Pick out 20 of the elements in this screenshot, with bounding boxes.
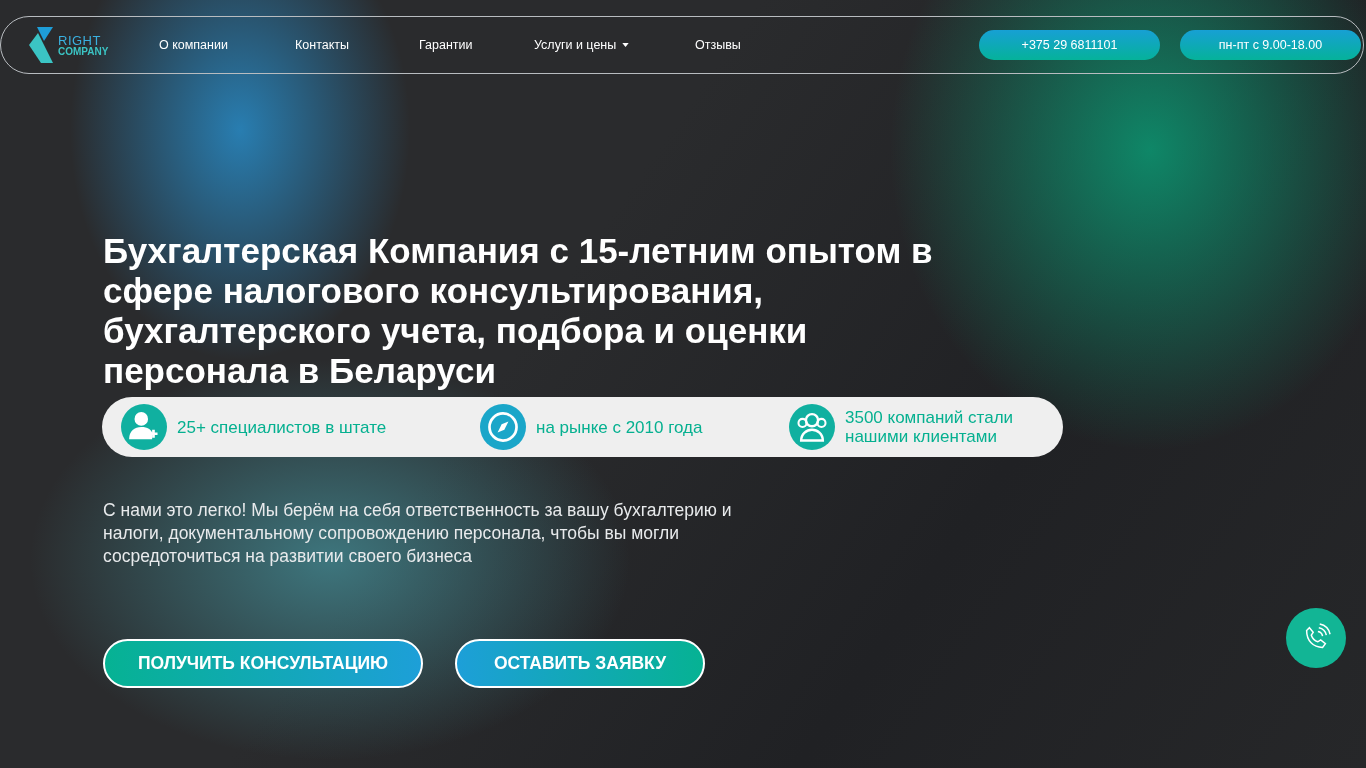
- compass-icon: [480, 404, 526, 450]
- logo[interactable]: RIGHT COMPANY: [29, 27, 125, 63]
- nav-dropdown-label: Услуги и цены: [534, 38, 617, 52]
- stat-text: 3500 компаний стали нашими клиентами: [845, 408, 1015, 446]
- logo-text: RIGHT: [58, 33, 101, 47]
- logo-text: COMPANY: [58, 46, 109, 57]
- nav-link[interactable]: Гарантии: [419, 38, 534, 52]
- stat-text: 25+ специалистов в штате: [177, 417, 388, 437]
- caret-icon: [622, 43, 630, 47]
- call-button[interactable]: [1286, 608, 1346, 668]
- nav-link[interactable]: О компании: [159, 38, 295, 52]
- hero-title: Бухгалтерская Компания с 15-летним опытом в сфере налогового консультирования, бухгалтерского учета, подбора и оценки персонала в Беларуси: [103, 231, 934, 391]
- logo-icon: [29, 27, 55, 63]
- nav-link[interactable]: Отзывы: [695, 38, 741, 52]
- people-icon: [789, 404, 835, 450]
- person-add-icon: [121, 404, 167, 450]
- nav-link[interactable]: Контакты: [295, 38, 419, 52]
- stat-text: на рынке с 2010 года: [536, 417, 704, 437]
- hero-description: С нами это легко! Мы берём на себя ответственность за вашу бухгалтерию и налоги, документальному сопровождению персонала, чтобы вы могли сосредоточиться на развитии своего бизнеса: [103, 499, 733, 568]
- nav-dropdown[interactable]: Услуги и цены: [534, 38, 695, 52]
